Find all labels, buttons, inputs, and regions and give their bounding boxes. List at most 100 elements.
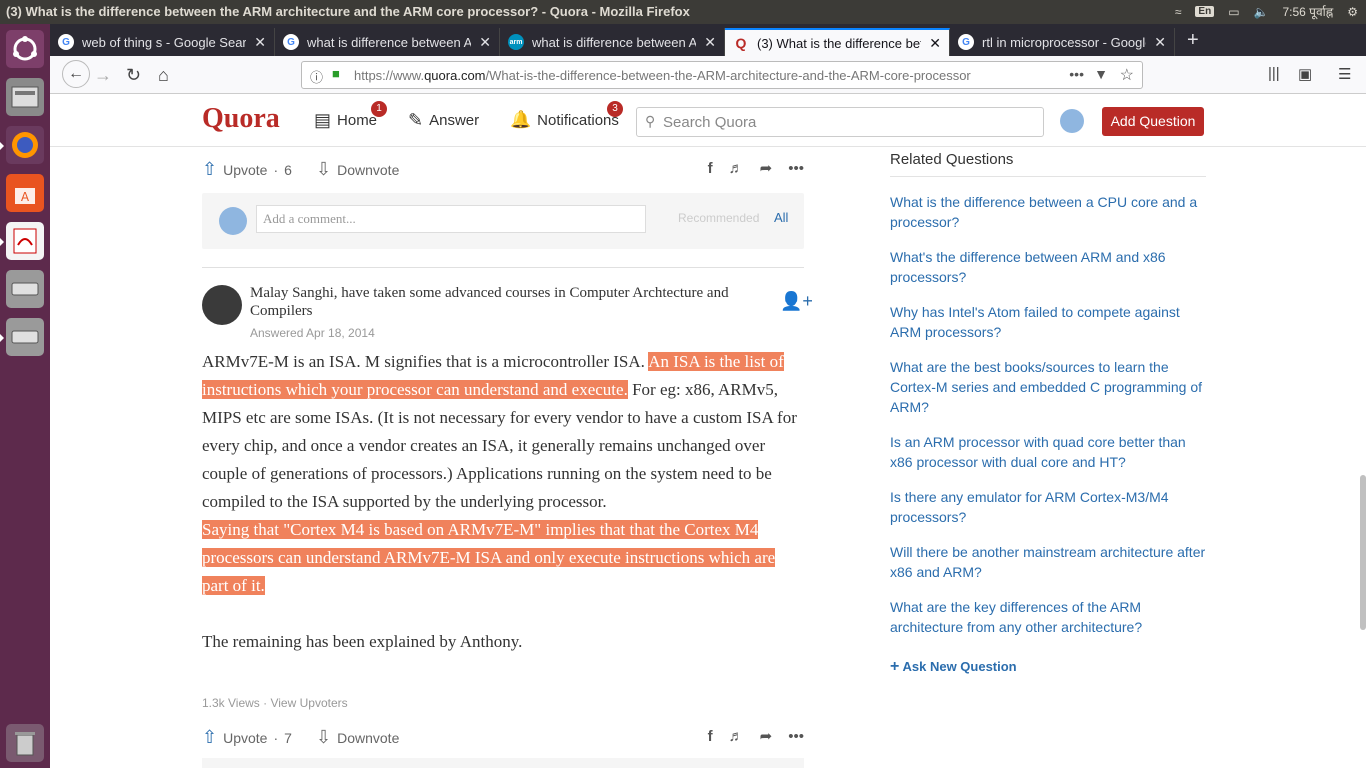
related-question-link[interactable]: Will there be another mainstream archite…: [890, 542, 1206, 582]
info-icon[interactable]: ⓘ: [310, 67, 323, 86]
facebook-icon[interactable]: f: [708, 160, 713, 177]
files-icon[interactable]: [6, 78, 44, 116]
close-tab-icon[interactable]: ✕: [479, 34, 491, 51]
search-input[interactable]: ⚲ Search Quora: [636, 107, 1044, 137]
system-tray: ≈ En ▭ 🔈 7:56 पूर्वाह्न ⚙: [1175, 3, 1358, 20]
tab-quora-active[interactable]: Q (3) What is the difference between ✕: [725, 28, 950, 56]
bell-icon: 🔔: [510, 110, 532, 129]
ubuntu-logo-icon[interactable]: [6, 30, 44, 68]
nav-answer[interactable]: ✎ Answer: [408, 110, 479, 131]
related-question-link[interactable]: What is the difference between a CPU cor…: [890, 192, 1206, 232]
related-question-link[interactable]: Why has Intel's Atom failed to compete a…: [890, 302, 1206, 342]
downvote-label: Downvote: [337, 729, 400, 746]
nav-notifications[interactable]: 🔔 Notifications 3: [510, 101, 623, 130]
twitter-icon[interactable]: ♬: [729, 160, 744, 177]
trash-icon[interactable]: [6, 724, 44, 762]
reload-icon[interactable]: ↻: [126, 65, 141, 86]
close-tab-icon[interactable]: ✕: [929, 35, 941, 52]
settings-gear-icon[interactable]: ⚙: [1347, 5, 1358, 19]
close-tab-icon[interactable]: ✕: [704, 34, 716, 51]
forward-arrow-icon[interactable]: →: [94, 65, 112, 86]
author-avatar[interactable]: [202, 285, 242, 325]
share-arrow-icon[interactable]: ➦: [760, 159, 773, 177]
volume-icon[interactable]: 🔈: [1254, 5, 1269, 19]
related-question-link[interactable]: What are the key differences of the ARM …: [890, 597, 1206, 637]
highlight: Saying that "Cortex M4 is based on ARMv7…: [202, 520, 776, 595]
tab-arm[interactable]: arm what is difference between ARM ✕: [500, 28, 725, 56]
user-avatar[interactable]: [1060, 109, 1084, 133]
unity-launcher: A: [0, 24, 50, 768]
sidebar-icon[interactable]: ▣: [1298, 65, 1312, 83]
related-question-link[interactable]: What's the difference between ARM and x8…: [890, 247, 1206, 287]
related-question-link[interactable]: What are the best books/sources to learn…: [890, 357, 1206, 417]
ask-new-question-link[interactable]: + Ask New Question: [890, 658, 1017, 676]
hamburger-menu-icon[interactable]: ☰: [1338, 65, 1351, 83]
facebook-icon[interactable]: f: [708, 728, 713, 745]
keyboard-indicator[interactable]: En: [1195, 6, 1215, 17]
bookmark-star-icon[interactable]: ☆: [1120, 65, 1134, 85]
url-bar[interactable]: ⓘ ■ https://www.quora.com/What-is-the-di…: [301, 61, 1143, 89]
close-tab-icon[interactable]: ✕: [1154, 34, 1166, 51]
tab-google-search[interactable]: G web of thing s - Google Search ✕: [50, 28, 275, 56]
views-count[interactable]: 1.3k Views · View Upvoters: [202, 696, 348, 710]
comments-all[interactable]: All: [774, 210, 788, 225]
pencil-icon: ✎: [408, 110, 424, 130]
new-tab-plus-icon[interactable]: +: [1175, 29, 1211, 56]
twitter-icon[interactable]: ♬: [729, 728, 744, 745]
upvote-button[interactable]: ⇧ Upvote · 7: [202, 727, 292, 748]
nav-notifications-label: Notifications: [537, 111, 619, 129]
pocket-icon[interactable]: ▼: [1094, 66, 1108, 82]
quora-icon: Q: [735, 35, 747, 51]
software-center-icon[interactable]: A: [6, 174, 44, 212]
drive-icon[interactable]: [6, 270, 44, 308]
comments-recommended[interactable]: Recommended: [678, 211, 759, 225]
tab-label: (3) What is the difference between: [757, 35, 921, 51]
upvote-button[interactable]: ⇧ Upvote · 6: [202, 159, 292, 180]
more-options-icon[interactable]: •••: [788, 728, 804, 745]
pdf-viewer-icon[interactable]: [0, 222, 44, 260]
tab-google-search-2[interactable]: G what is difference between ARM ✕: [275, 28, 500, 56]
answer-actions-bottom: ⇧ Upvote · 7 ⇩ Downvote f ♬ ➦ •••: [202, 721, 804, 751]
downvote-button[interactable]: ⇩ Downvote: [316, 727, 399, 748]
window-title: (3) What is the difference between the A…: [6, 4, 690, 19]
close-tab-icon[interactable]: ✕: [254, 34, 266, 51]
page-actions-icon[interactable]: •••: [1069, 66, 1084, 82]
upvote-count: 6: [284, 161, 292, 178]
clock[interactable]: 7:56 पूर्वाह्न: [1282, 3, 1333, 20]
comment-input[interactable]: Add a comment...: [256, 205, 646, 233]
downvote-button[interactable]: ⇩ Downvote: [316, 159, 399, 180]
answer-actions-top: ⇧ Upvote · 6 ⇩ Downvote f ♬ ➦ •••: [202, 153, 804, 183]
comment-avatar: [219, 207, 247, 235]
author-name[interactable]: Malay Sanghi, have taken some advanced c…: [250, 284, 730, 320]
related-heading: Related Questions: [890, 151, 1206, 177]
related-question-link[interactable]: Is there any emulator for ARM Cortex-M3/…: [890, 487, 1206, 527]
os-top-bar: (3) What is the difference between the A…: [0, 0, 1366, 24]
firefox-icon[interactable]: [0, 126, 44, 164]
svg-text:A: A: [21, 190, 30, 204]
answer-body: ARMv7E-M is an ISA. M signifies that is …: [202, 348, 804, 656]
nav-home[interactable]: ▤ Home 1: [314, 101, 387, 131]
library-icon[interactable]: |||: [1268, 65, 1280, 82]
page-scrollbar[interactable]: [1360, 475, 1366, 630]
tab-strip: G web of thing s - Google Search ✕ G wha…: [50, 24, 1366, 56]
answer-paragraph-2: Saying that "Cortex M4 is based on ARMv7…: [202, 516, 804, 600]
more-options-icon[interactable]: •••: [788, 160, 804, 177]
related-question-link[interactable]: Is an ARM processor with quad core bette…: [890, 432, 1206, 472]
add-question-button[interactable]: Add Question: [1102, 107, 1204, 136]
drive-icon[interactable]: [0, 318, 44, 356]
answered-date[interactable]: Answered Apr 18, 2014: [250, 326, 375, 340]
wifi-icon[interactable]: ≈: [1175, 5, 1182, 19]
home-icon[interactable]: ⌂: [158, 65, 169, 86]
home-feed-icon: ▤: [314, 110, 332, 130]
share-arrow-icon[interactable]: ➦: [760, 727, 773, 745]
tab-rtl-search[interactable]: G rtl in microprocessor - Google ✕: [950, 28, 1175, 56]
quora-logo[interactable]: Quora: [202, 103, 280, 135]
notifications-badge: 3: [607, 101, 623, 117]
upvote-separator: ·: [273, 729, 279, 746]
share-actions: f ♬ ➦ •••: [708, 727, 804, 746]
follow-user-icon[interactable]: 👤+: [780, 291, 813, 312]
back-arrow-icon[interactable]: ←: [62, 60, 90, 88]
google-icon: G: [58, 34, 74, 50]
battery-icon[interactable]: ▭: [1228, 5, 1239, 19]
home-badge: 1: [371, 101, 387, 117]
